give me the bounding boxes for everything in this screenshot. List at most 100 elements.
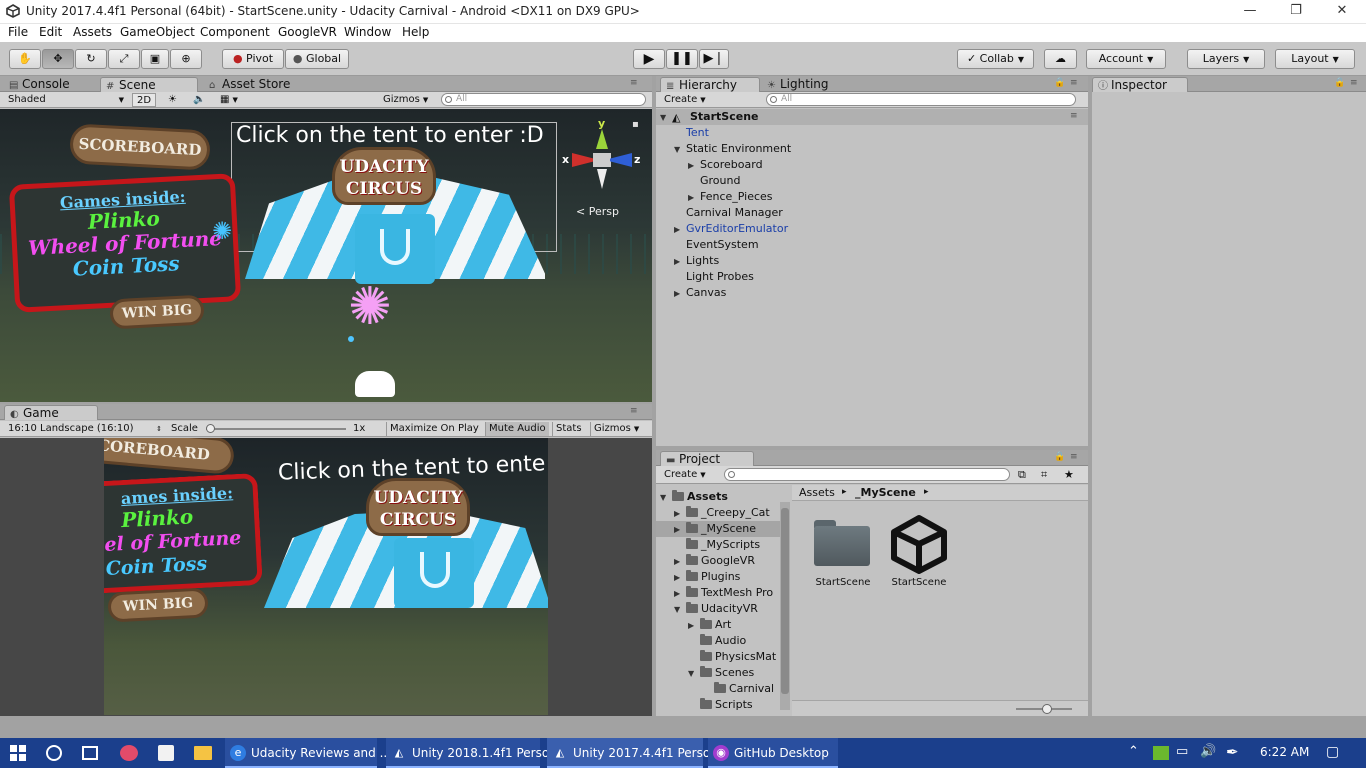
tab-console[interactable]: ▤ Console [4,77,78,92]
project-folder-item[interactable]: Scripts [656,697,780,713]
tab-project[interactable]: ▬ Project [660,451,754,466]
cloud-button[interactable]: ☁ [1044,49,1077,69]
menu-component[interactable]: Component [200,25,270,39]
expand-arrow-icon[interactable]: ▼ [660,490,672,506]
rotate-tool-button[interactable]: ↻ [75,49,107,69]
transform-tool-button[interactable]: ⊕ [170,49,202,69]
tab-hierarchy[interactable]: ≣ Hierarchy [660,77,760,92]
scene-menu-icon[interactable]: ≡ [1070,111,1078,121]
game-viewport[interactable]: UDACITY CIRCUS Click on the tent to ente … [104,438,548,715]
shading-dropdown[interactable]: Shaded ▼ [8,93,126,107]
expand-arrow-icon[interactable]: ▶ [674,506,686,522]
aspect-dropdown[interactable]: 16:10 Landscape (16:10) ⇕ [8,422,164,436]
expand-arrow-icon[interactable]: ▶ [688,158,700,174]
tab-lighting[interactable]: ☀ Lighting [762,77,837,92]
project-folder-item[interactable]: ▼ UdacityVR [656,601,780,617]
expand-arrow-icon[interactable]: ▼ [674,142,686,158]
project-folder-item[interactable]: ▶ _Creepy_Cat [656,505,780,521]
menu-googlevr[interactable]: GoogleVR [278,25,337,39]
scene-search-input[interactable]: All [441,93,646,106]
pivot-toggle[interactable]: ● Pivot [222,49,284,69]
hierarchy-item[interactable]: Tent [674,125,709,141]
taskbar-item[interactable]: ◭ Unity 2017.4.4f1 Perso... [547,738,721,768]
expand-arrow-icon[interactable]: ▶ [674,254,686,270]
expand-arrow-icon[interactable]: ▶ [674,554,686,570]
hierarchy-item[interactable]: ▶ Lights [674,253,719,269]
mute-audio-toggle[interactable]: Mute Audio [485,422,549,436]
project-menu-icon[interactable]: ≡ [1070,452,1078,462]
hierarchy-item[interactable]: ▶ Canvas [674,285,726,301]
project-folder-item[interactable]: Audio [656,633,780,649]
taskbar-item[interactable]: ◉ GitHub Desktop [708,738,838,768]
expand-arrow-icon[interactable]: ▶ [674,570,686,586]
step-button[interactable]: ▶❘ [699,49,729,69]
account-dropdown[interactable]: Account ▼ [1086,49,1166,69]
file-explorer-icon[interactable] [194,746,212,760]
inspector-menu-icon[interactable]: ≡ [1350,78,1358,88]
tab-asset-store[interactable]: ⌂ Asset Store [204,77,298,92]
pinned-store-icon[interactable] [158,745,174,761]
move-tool-button[interactable]: ✥ [42,49,74,69]
scale-slider-thumb[interactable] [206,424,215,433]
project-folder-item[interactable]: ▼ Scenes [656,665,780,681]
hierarchy-item[interactable]: Carnival Manager [674,205,783,221]
inspector-lock-icon[interactable]: 🔒 [1334,78,1345,88]
hierarchy-item[interactable]: ▶ GvrEditorEmulator [674,221,788,237]
light-gizmo-icon[interactable]: ✺ [212,217,232,245]
panel-menu-icon[interactable]: ≡ [630,78,638,88]
network-icon[interactable]: ▭ [1176,744,1188,759]
minimize-button[interactable]: — [1227,0,1273,24]
project-folder-item[interactable]: ▶ Plugins [656,569,780,585]
menu-edit[interactable]: Edit [39,25,62,39]
hierarchy-scene-row[interactable]: ▼ ◭ StartScene ≡ [656,109,1088,125]
menu-help[interactable]: Help [402,25,429,39]
scale-tool-button[interactable]: ⤢ [108,49,140,69]
tray-chevron-icon[interactable]: ⌃ [1128,744,1139,759]
menu-gameobject[interactable]: GameObject [120,25,195,39]
global-toggle[interactable]: ● Global [285,49,349,69]
play-button[interactable]: ▶ [633,49,665,69]
hand-tool-button[interactable]: ✋ [9,49,41,69]
breadcrumb-assets[interactable]: Assets [799,486,835,499]
pinned-app-icon[interactable] [120,745,138,761]
sun-gizmo-icon[interactable]: ✺ [348,281,392,333]
task-view-icon[interactable] [82,746,98,760]
orientation-gizmo[interactable]: y x z < Persp [562,117,642,227]
hierarchy-item[interactable]: Ground [688,173,740,189]
tab-inspector[interactable]: ⓘ Inspector [1092,77,1188,92]
expand-arrow-icon[interactable]: ▶ [674,286,686,302]
menu-assets[interactable]: Assets [73,25,112,39]
layers-dropdown[interactable]: Layers ▼ [1187,49,1265,69]
persp-label[interactable]: < Persp [576,205,619,218]
project-search-input[interactable] [724,468,1010,481]
tree-scrollbar[interactable] [780,502,790,710]
expand-arrow-icon[interactable]: ▶ [674,586,686,602]
expand-arrow-icon[interactable]: ▶ [688,618,700,634]
scale-slider-track[interactable] [206,424,346,433]
scene-gizmos-dropdown[interactable]: Gizmos ▼ [383,93,428,107]
taskbar-item[interactable]: e Udacity Reviews and ... [225,738,391,768]
menu-window[interactable]: Window [344,25,391,39]
hierarchy-item[interactable]: Light Probes [674,269,754,285]
pen-icon[interactable]: ✒ [1226,743,1239,761]
hierarchy-lock-icon[interactable]: 🔒 [1054,78,1065,88]
hierarchy-create-dropdown[interactable]: Create ▼ [664,93,706,107]
hierarchy-item[interactable]: ▶ Fence_Pieces [688,189,773,205]
game-panel-menu-icon[interactable]: ≡ [630,406,638,416]
hierarchy-item[interactable]: EventSystem [674,237,759,253]
project-folder-item[interactable]: PhysicsMat [656,649,780,665]
layout-dropdown[interactable]: Layout ▼ [1275,49,1355,69]
tree-scrollbar-thumb[interactable] [781,508,789,694]
volume-icon[interactable]: 🔊 [1200,744,1216,759]
close-button[interactable]: ✕ [1319,0,1365,24]
game-gizmos-dropdown[interactable]: Gizmos ▼ [590,422,642,436]
asset-item[interactable]: StartScene [808,520,878,590]
expand-arrow-icon[interactable]: ▶ [688,190,700,206]
pause-button[interactable]: ❚❚ [666,49,698,69]
hierarchy-item[interactable]: ▼ Static Environment [674,141,791,157]
icon-size-slider-thumb[interactable] [1042,704,1052,714]
breadcrumb-current[interactable]: _MyScene [855,486,916,499]
project-create-dropdown[interactable]: Create ▼ [664,468,706,482]
filter-label-button[interactable]: ⌗ [1041,468,1047,482]
hierarchy-item[interactable]: ▶ Scoreboard [688,157,763,173]
